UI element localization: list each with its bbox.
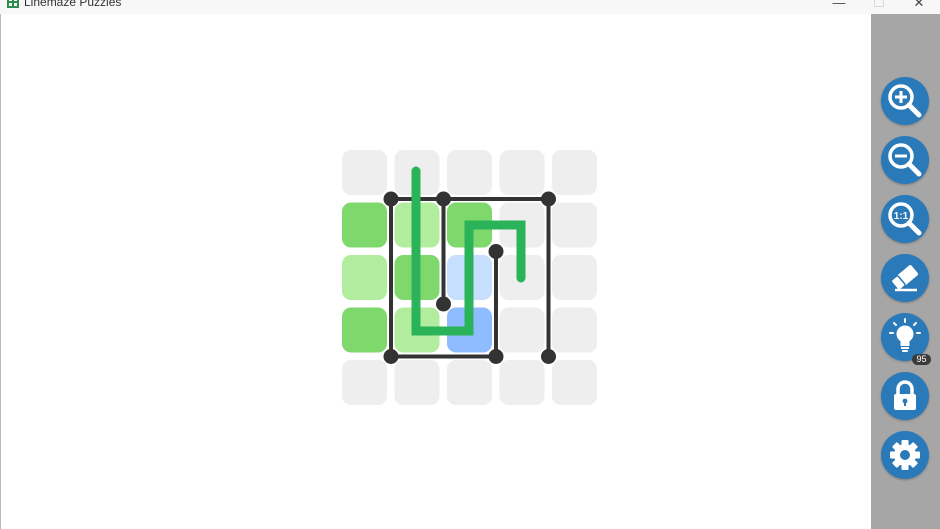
maze-node[interactable] (436, 296, 451, 312)
grid-cell[interactable] (342, 150, 387, 195)
zoom-out-button[interactable] (881, 136, 929, 184)
puzzle-canvas[interactable] (1, 14, 871, 529)
zoom-in-icon (888, 84, 922, 118)
close-button[interactable]: ✕ (896, 0, 940, 13)
grid-cell[interactable] (552, 202, 597, 248)
puzzle-board[interactable] (1, 14, 871, 529)
zoom-in-button[interactable] (881, 77, 929, 125)
zoom-reset-button[interactable]: 1:1 (881, 195, 929, 243)
maze-node[interactable] (488, 349, 504, 364)
eraser-icon (890, 265, 918, 292)
grid-cell[interactable] (447, 360, 492, 405)
lock-icon (894, 380, 916, 410)
title-bar: Linemaze Puzzles — ☐ ✕ (0, 0, 940, 15)
zoom-reset-label: 1:1 (894, 211, 909, 222)
zoom-reset-icon: 1:1 (888, 202, 922, 236)
grid-cell[interactable] (394, 360, 440, 405)
grid-cell[interactable] (552, 360, 597, 405)
maze-node[interactable] (541, 191, 556, 207)
zoom-out-icon (888, 143, 922, 177)
grid-cell[interactable] (552, 255, 597, 300)
maze-node[interactable] (383, 349, 399, 364)
grid-cell[interactable] (342, 307, 387, 353)
grid-cell[interactable] (499, 360, 545, 405)
maze-node[interactable] (488, 244, 504, 259)
maze-node[interactable] (436, 191, 451, 207)
grid-cell[interactable] (552, 150, 597, 195)
grid-cell[interactable] (447, 150, 492, 195)
side-toolbar: 1:1 (871, 14, 940, 529)
settings-button[interactable] (881, 431, 929, 479)
lock-button[interactable] (881, 372, 929, 420)
hint-count-badge: 95 (912, 354, 931, 365)
grid-cell[interactable] (342, 360, 387, 405)
maze-node[interactable] (541, 349, 556, 364)
window-title: Linemaze Puzzles (24, 0, 122, 9)
grid-cell[interactable] (342, 255, 387, 300)
gear-icon (890, 440, 920, 470)
maze-node[interactable] (383, 191, 399, 207)
grid-cell[interactable] (499, 307, 545, 353)
grid-cell[interactable] (342, 202, 387, 248)
grid-cell[interactable] (552, 307, 597, 353)
eraser-button[interactable] (881, 254, 929, 302)
grid-cell[interactable] (499, 150, 545, 195)
app-logo-icon (7, 0, 19, 8)
